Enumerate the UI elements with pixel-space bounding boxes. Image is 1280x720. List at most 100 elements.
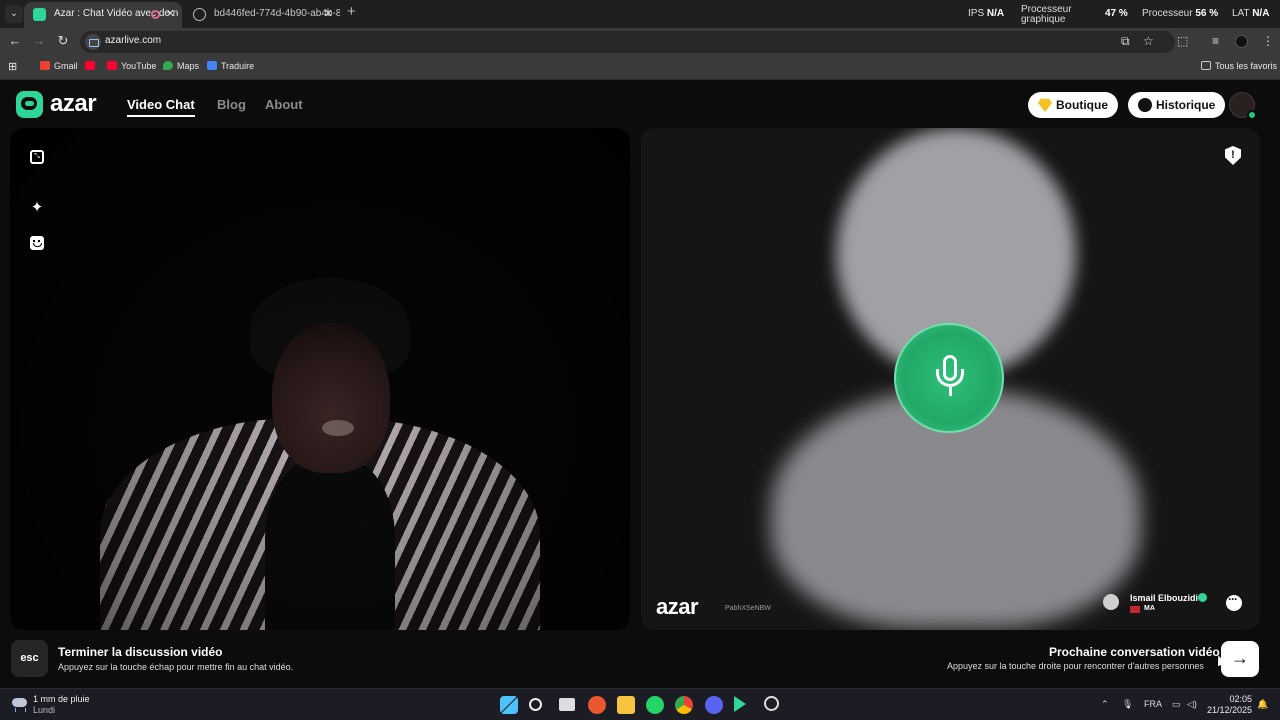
task-view-icon[interactable] [559, 698, 575, 711]
ips-value: N/A [986, 8, 1005, 19]
app-orange-icon[interactable] [588, 696, 606, 714]
bookmark-star-icon[interactable]: ☆ [1143, 34, 1154, 48]
gpu-label-2: graphique [1021, 14, 1066, 25]
minimize-icon[interactable]: ⤡ [30, 150, 44, 164]
weather-day: Lundi [33, 705, 56, 715]
menu-kebab-icon[interactable]: ⋮ [1262, 34, 1274, 48]
youtube-icon [107, 61, 117, 70]
network-icon[interactable]: ▭ [1172, 699, 1181, 710]
azar-logo-icon [16, 91, 43, 118]
mic-tray-icon[interactable]: 🎙 [1122, 699, 1133, 710]
maps-pin-icon [163, 61, 173, 70]
weather-text[interactable]: 1 mm de pluie [33, 694, 90, 704]
windows-start-icon[interactable] [500, 696, 518, 714]
next-chat-title: Prochaine conversation vidéo [1049, 645, 1220, 659]
mic-stem [949, 387, 952, 396]
user-avatar[interactable] [1229, 92, 1257, 120]
face-filter-icon[interactable] [30, 236, 44, 250]
address-toolbar: ← → ↻ azarlive.com ⧉ ☆ ⬚ ≡ ⋮ [0, 28, 1280, 56]
nav-video-chat[interactable]: Video Chat [127, 97, 195, 117]
new-tab-button[interactable]: + [347, 3, 356, 20]
end-chat-title: Terminer la discussion vidéo [58, 645, 223, 659]
clock-icon [1138, 98, 1152, 112]
all-bookmarks-label: Tous les favoris [1215, 61, 1278, 71]
next-arrow-button[interactable]: → [1221, 641, 1259, 677]
gpu-value-text: 47 % [1105, 8, 1128, 19]
report-shield-icon[interactable]: ! [1225, 146, 1241, 165]
search-icon[interactable] [529, 698, 542, 711]
media-control-icon[interactable]: ≡ [1212, 34, 1219, 48]
azar-favicon-icon [33, 8, 46, 21]
esc-key-button[interactable]: esc [11, 640, 48, 677]
tab-second[interactable]: bd446fed-774d-4b90-ab4b-8c ✕ [184, 2, 340, 28]
globe-favicon-icon [193, 8, 206, 21]
discord-icon[interactable] [705, 696, 723, 714]
close-tab-icon[interactable]: ✕ [324, 2, 333, 26]
cpu-readout: Processeur 56 % [1142, 9, 1218, 19]
forward-icon[interactable]: → [30, 33, 48, 48]
end-chat-hint: Appuyez sur la touche échap pour mettre … [58, 662, 294, 672]
profile-icon[interactable] [1235, 35, 1248, 48]
back-icon[interactable]: ← [6, 33, 24, 48]
url-input[interactable]: azarlive.com [80, 31, 1175, 53]
tab-title: bd446fed-774d-4b90-ab4b-8c [214, 8, 340, 19]
peer-country: MA [1144, 605, 1155, 612]
notification-bell-icon[interactable]: 🔔 [1257, 699, 1268, 710]
cpu-value: 56 % [1195, 8, 1219, 19]
self-video-panel: ⤡ ✦ [10, 128, 630, 630]
all-bookmarks[interactable]: Tous les favoris [1201, 61, 1277, 71]
apps-grid-icon[interactable]: ⊞ [8, 60, 17, 73]
bookmark-label: Gmail [54, 61, 78, 71]
peer-video-panel: ! azar PabhXSeNBW Ismail Elbouzidi MA [641, 128, 1260, 630]
reload-icon[interactable]: ↻ [54, 33, 72, 49]
online-status-icon [1247, 110, 1257, 120]
azar-page: azar Video Chat Blog About Boutique Hist… [0, 80, 1280, 688]
nav-about[interactable]: About [265, 97, 303, 112]
lat-readout: LAT N/A [1232, 9, 1269, 19]
recording-indicator-icon [151, 10, 160, 19]
taskbar-date[interactable]: 21/12/2025 [1206, 705, 1252, 715]
volume-icon[interactable]: ◁) [1187, 699, 1197, 710]
historique-button[interactable]: Historique [1128, 92, 1226, 118]
morocco-flag-icon [1130, 606, 1140, 613]
azar-logo-text: azar [50, 90, 97, 117]
bookmark-youtube[interactable]: YouTube [107, 61, 156, 71]
file-explorer-icon[interactable] [617, 696, 635, 714]
tab-search-button[interactable]: ⌄ [5, 5, 23, 23]
tray-chevron-icon[interactable]: ⌃ [1101, 699, 1109, 710]
bookmark-youtube-short[interactable] [85, 61, 99, 71]
site-info-icon[interactable] [85, 34, 101, 50]
watermark-id: PabhXSeNBW [725, 605, 771, 612]
bookmark-traduire[interactable]: Traduire [207, 61, 254, 71]
folder-icon [1201, 61, 1211, 70]
nav-blog[interactable]: Blog [217, 97, 246, 112]
effects-sparkle-icon[interactable]: ✦ [30, 200, 44, 215]
youtube-icon [85, 61, 95, 70]
bookmark-maps[interactable]: Maps [163, 61, 199, 71]
bookmark-gmail[interactable]: Gmail [40, 61, 78, 71]
cpu-label: Processeur [1142, 8, 1193, 19]
language-indicator[interactable]: FRA [1144, 699, 1162, 709]
taskbar-time[interactable]: 02:05 [1222, 694, 1252, 704]
tab-azar[interactable]: Azar : Chat Vidéo avec de n ✕ [24, 2, 182, 28]
close-tab-icon[interactable]: ✕ [166, 2, 175, 26]
lat-label: LAT [1232, 8, 1250, 19]
historique-label: Historique [1156, 98, 1216, 112]
bookmarks-bar: ⊞ Gmail YouTube Maps Traduire Tous les f… [0, 56, 1280, 80]
app-green-play-icon[interactable] [734, 696, 746, 712]
gem-icon [1038, 98, 1052, 112]
install-app-icon[interactable]: ⧉ [1121, 34, 1130, 49]
url-text: azarlive.com [105, 35, 162, 46]
bookmark-label: Maps [177, 61, 200, 71]
whatsapp-icon[interactable] [646, 696, 664, 714]
chrome-icon[interactable] [675, 696, 693, 714]
next-chat-hint: Appuyez sur la touche droite pour rencon… [947, 661, 1204, 671]
extensions-icon[interactable]: ⬚ [1177, 34, 1188, 48]
boutique-button[interactable]: Boutique [1028, 92, 1118, 118]
weather-rain-icon[interactable] [12, 698, 27, 712]
azar-watermark: azar [656, 594, 699, 619]
app-circle-icon[interactable] [764, 696, 779, 711]
peer-avatar [1103, 594, 1119, 610]
chat-bubble-icon[interactable] [1226, 592, 1242, 611]
gpu-value: 47 % [1105, 9, 1128, 19]
